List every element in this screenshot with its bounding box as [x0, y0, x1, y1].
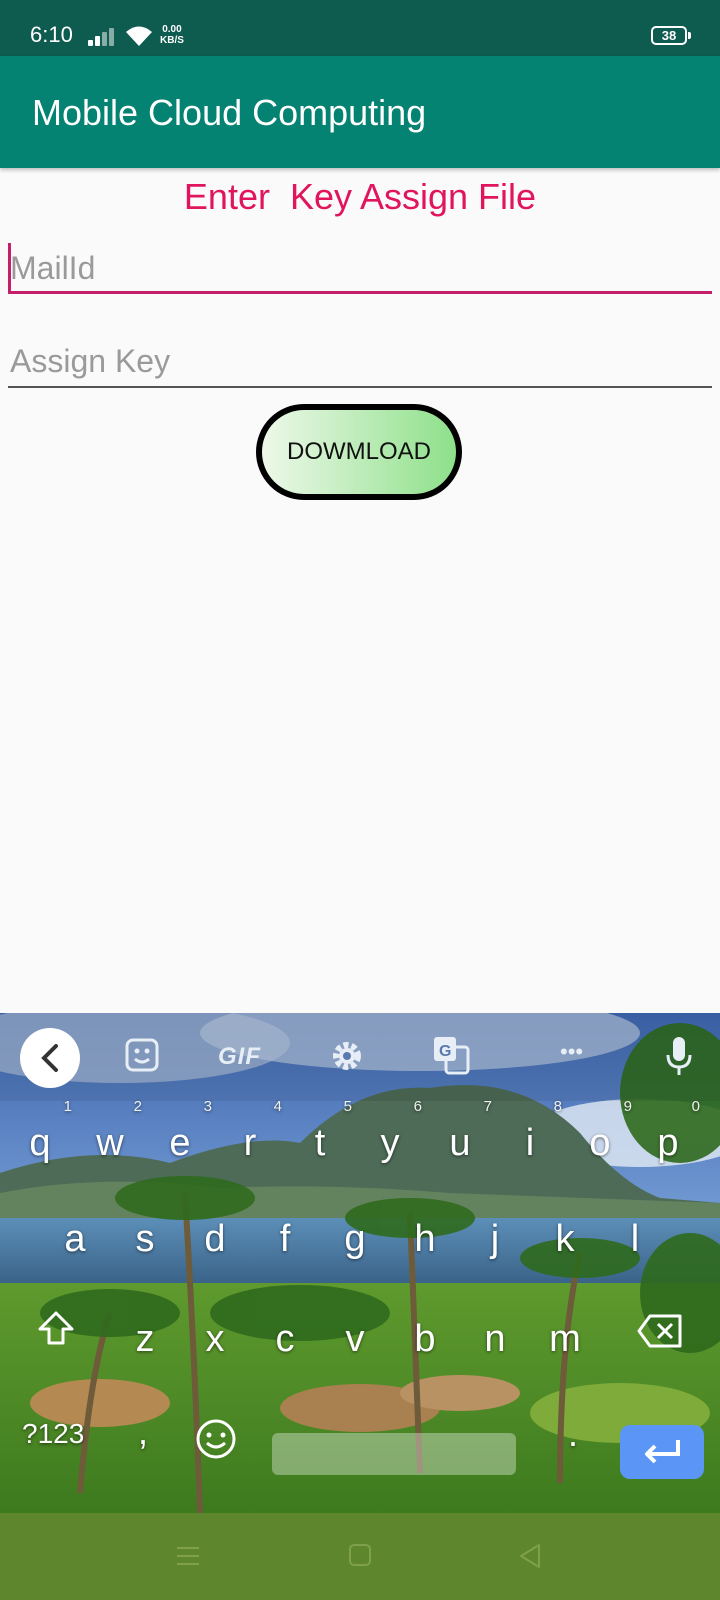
translate-icon[interactable]: G — [432, 1035, 470, 1075]
keyboard-toolbar: GIF G ••• — [0, 1013, 720, 1101]
key-number-hint: 7 — [483, 1098, 492, 1115]
battery-icon: 38 — [651, 26, 691, 45]
back-icon[interactable] — [20, 1028, 80, 1088]
key-number-hint: 4 — [273, 1098, 282, 1115]
text-cursor — [8, 243, 11, 291]
key-q[interactable]: q1 — [12, 1099, 72, 1173]
key-letter: u — [449, 1122, 471, 1164]
key-t[interactable]: t5 — [292, 1099, 352, 1173]
navigation-bar — [0, 1513, 720, 1600]
key-w[interactable]: w2 — [82, 1099, 142, 1173]
menu-icon[interactable] — [176, 1545, 200, 1567]
key-b[interactable]: b — [397, 1309, 453, 1369]
key-m[interactable]: m — [537, 1309, 593, 1369]
key-letter: p — [657, 1122, 679, 1164]
shift-icon[interactable] — [36, 1309, 76, 1349]
key-number-hint: 9 — [623, 1098, 632, 1115]
key-letter: o — [589, 1122, 611, 1164]
soft-keyboard: GIF G ••• q1 w2 e3 r4 t5 y6 u7 i8 o9 p0 … — [0, 1013, 720, 1513]
key-p[interactable]: p0 — [640, 1099, 700, 1173]
assign-key-input[interactable] — [8, 336, 712, 388]
key-n[interactable]: n — [467, 1309, 523, 1369]
key-x[interactable]: x — [187, 1309, 243, 1369]
home-icon[interactable] — [348, 1543, 372, 1567]
space-bar[interactable] — [272, 1433, 516, 1475]
status-time: 6:10 — [30, 22, 73, 47]
key-number-hint: 5 — [343, 1098, 352, 1115]
key-number-hint: 8 — [553, 1098, 562, 1115]
key-c[interactable]: c — [257, 1309, 313, 1369]
key-number-hint: 1 — [63, 1098, 72, 1115]
enter-key[interactable] — [620, 1425, 704, 1479]
key-j[interactable]: j — [467, 1209, 523, 1269]
network-speed: 0.00 KB/S — [160, 24, 184, 46]
settings-gear-icon[interactable] — [328, 1037, 366, 1075]
key-y[interactable]: y6 — [362, 1099, 423, 1173]
signal-icon — [88, 28, 116, 46]
key-v[interactable]: v — [327, 1309, 383, 1369]
speed-unit: KB/S — [160, 35, 184, 46]
key-i[interactable]: i8 — [502, 1099, 562, 1173]
key-number-hint: 3 — [203, 1098, 212, 1115]
speed-value: 0.00 — [162, 24, 182, 35]
key-l[interactable]: l — [607, 1209, 663, 1269]
status-bar: 6:10 0.00 KB/S 38 — [0, 0, 720, 56]
microphone-icon[interactable] — [664, 1035, 694, 1077]
key-number-hint: 2 — [133, 1098, 142, 1115]
key-o[interactable]: o9 — [572, 1099, 632, 1173]
key-h[interactable]: h — [397, 1209, 453, 1269]
key-u[interactable]: u7 — [432, 1099, 492, 1173]
key-s[interactable]: s — [117, 1209, 173, 1269]
gif-icon[interactable]: GIF — [218, 1043, 261, 1071]
key-e[interactable]: e3 — [152, 1099, 212, 1173]
key-letter: i — [525, 1122, 535, 1164]
key-letter: w — [96, 1122, 124, 1164]
key-number-hint: 0 — [691, 1098, 700, 1115]
mail-id-input[interactable] — [8, 246, 712, 294]
key-letter: e — [169, 1122, 191, 1164]
page-heading: Enter Key Assign File — [183, 176, 537, 217]
back-triangle-icon[interactable] — [518, 1543, 542, 1569]
key-d[interactable]: d — [187, 1209, 243, 1269]
more-icon[interactable]: ••• — [560, 1039, 583, 1065]
svg-text:G: G — [439, 1043, 451, 1060]
symbols-key[interactable]: ?123 — [22, 1418, 84, 1450]
key-number-hint: 6 — [413, 1098, 422, 1115]
emoji-icon[interactable] — [194, 1417, 238, 1461]
key-letter: r — [243, 1122, 257, 1164]
key-f[interactable]: f — [257, 1209, 313, 1269]
key-a[interactable]: a — [47, 1209, 103, 1269]
key-letter: y — [380, 1122, 400, 1164]
key-letter: t — [314, 1122, 326, 1164]
key-r[interactable]: r4 — [222, 1099, 282, 1173]
sticker-icon[interactable] — [124, 1037, 160, 1073]
backspace-icon[interactable] — [636, 1313, 684, 1349]
comma-key[interactable]: , — [138, 1411, 148, 1453]
key-letter: q — [29, 1122, 51, 1164]
download-button[interactable]: DOWMLOAD — [256, 404, 462, 500]
key-k[interactable]: k — [537, 1209, 593, 1269]
app-title: Mobile Cloud Computing — [32, 92, 427, 133]
key-z[interactable]: z — [117, 1309, 173, 1369]
key-g[interactable]: g — [327, 1209, 383, 1269]
app-bar: Mobile Cloud Computing — [0, 56, 720, 168]
wifi-icon — [126, 26, 152, 46]
period-key[interactable]: . — [568, 1413, 578, 1455]
enter-icon — [645, 1440, 680, 1464]
